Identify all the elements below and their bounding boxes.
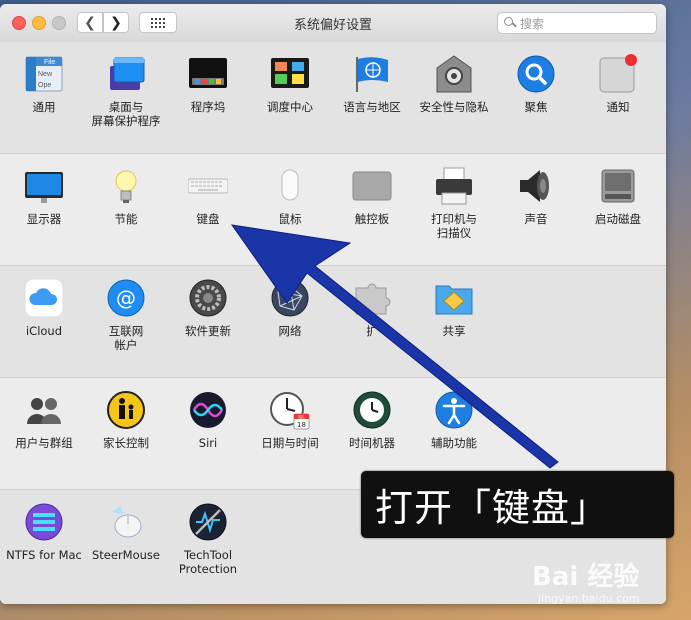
annotation-callout: 打开「键盘」 [361,471,674,538]
watermark-logo: Bai 经验 [532,562,640,592]
baidu-watermark: Bai 经验 jingyan.baidu.com [528,556,688,616]
watermark-url: jingyan.baidu.com [538,592,640,605]
